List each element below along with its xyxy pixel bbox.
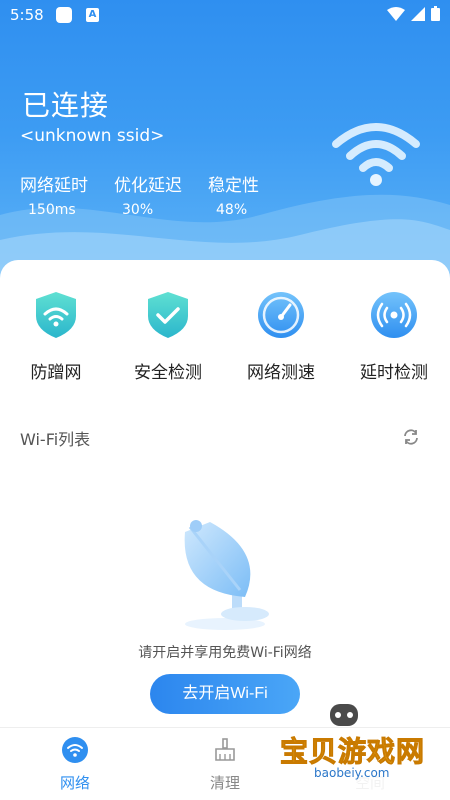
nav-label: 清理 <box>209 774 240 792</box>
watermark-url: baobeiy.com <box>314 766 390 780</box>
stat-optimize: 优化延迟 30% <box>114 171 208 218</box>
watermark-text: 宝贝游戏网 <box>279 735 426 769</box>
tool-grid: 防蹭网 安全检测 网络测速 延时检测 <box>0 290 450 390</box>
wifi-signal-icon <box>387 6 405 21</box>
wifi-list-title: Wi-Fi列表 <box>20 430 91 449</box>
stat-latency: 网络延时 150ms <box>20 171 114 218</box>
wifi-shield-icon <box>36 292 76 338</box>
stat-label: 优化延迟 <box>114 176 182 196</box>
tool-label: 延时检测 <box>360 363 428 383</box>
cell-signal-icon <box>411 6 425 21</box>
wifi-icon <box>62 737 88 763</box>
tool-label: 安全检测 <box>134 363 202 383</box>
empty-state-hint: 请开启并享用免费Wi-Fi网络 <box>138 645 312 661</box>
check-shield-icon <box>148 292 188 338</box>
app-notification-icon: A <box>86 8 99 22</box>
ssid-label: <unknown ssid> <box>20 126 165 146</box>
wifi-large-icon <box>332 123 420 186</box>
connection-status-title: 已连接 <box>22 89 110 122</box>
notification-icon <box>56 7 72 23</box>
tool-speed-test[interactable]: 网络测速 <box>225 290 337 383</box>
tool-latency-check[interactable]: 延时检测 <box>338 290 450 383</box>
network-stats: 网络延时 150ms 优化延迟 30% 稳定性 48% <box>20 171 302 218</box>
refresh-icon[interactable] <box>402 428 420 446</box>
connection-header: 5:58 A 已连接 <unknown ssid> 网络延时 150ms 优化延… <box>0 0 450 300</box>
tool-anti-rub[interactable]: 防蹭网 <box>0 290 112 383</box>
stat-label: 稳定性 <box>208 176 259 196</box>
tool-label: 防蹭网 <box>30 363 82 383</box>
speedometer-icon <box>258 292 304 338</box>
tool-security-check[interactable]: 安全检测 <box>112 290 224 383</box>
stat-value: 30% <box>122 202 154 218</box>
satellite-dish-illustration <box>184 520 269 630</box>
broom-icon <box>215 738 235 761</box>
nav-label: 网络 <box>59 774 90 792</box>
watermark-logo: 宝贝游戏网 baobeiy.com <box>268 700 450 800</box>
stat-label: 网络延时 <box>20 176 88 196</box>
stat-stability: 稳定性 48% <box>208 171 302 218</box>
tool-label: 网络测速 <box>247 363 315 383</box>
stat-value: 48% <box>216 202 248 218</box>
status-bar: 5:58 A <box>0 0 450 30</box>
status-time: 5:58 <box>10 6 44 24</box>
nav-item-clean[interactable]: 清理 <box>175 736 275 793</box>
stat-value: 150ms <box>28 202 76 218</box>
nav-item-network[interactable]: 网络 <box>25 736 125 793</box>
signal-broadcast-icon <box>371 292 417 338</box>
battery-icon <box>431 6 440 21</box>
main-card: 防蹭网 安全检测 网络测速 延时检测 Wi-Fi列表 请开启并享用免费Wi-Fi… <box>0 260 450 730</box>
